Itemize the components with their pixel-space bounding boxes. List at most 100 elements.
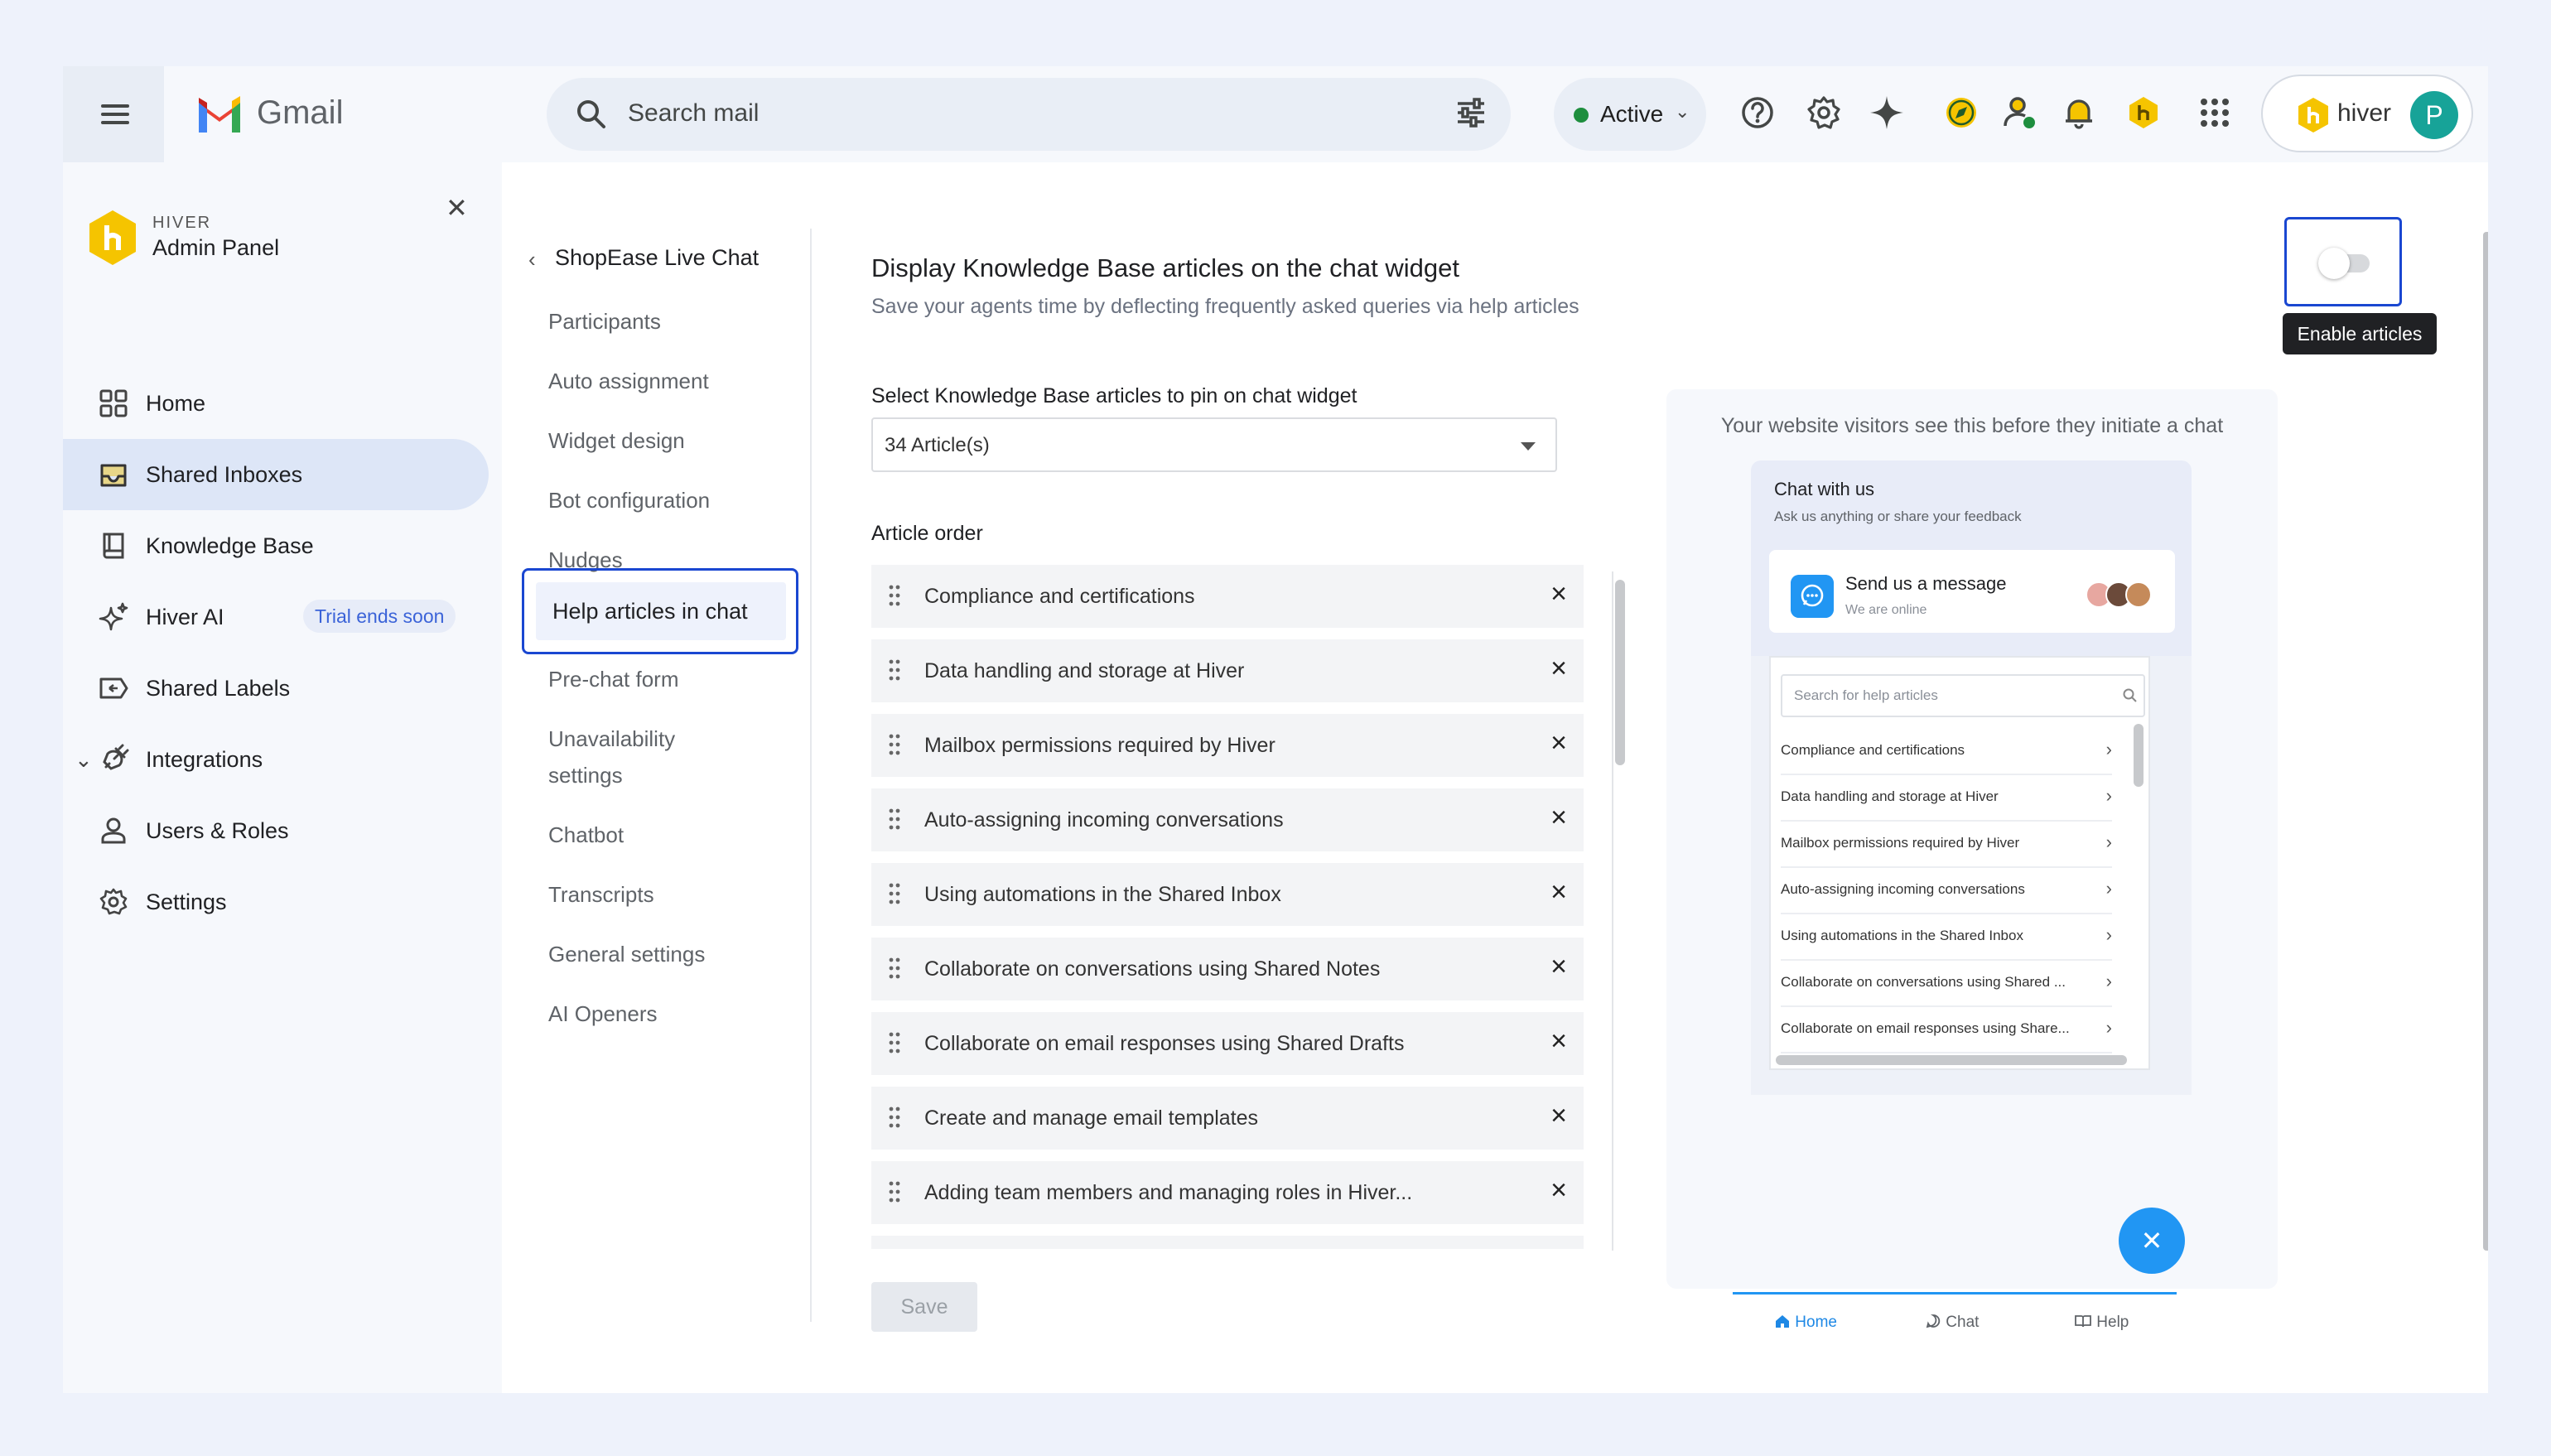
sidebar-item-settings[interactable]: Settings — [63, 866, 489, 938]
sidebar-item-shared-inboxes[interactable]: Shared Inboxes — [63, 439, 489, 510]
subnav-pre-chat-form[interactable]: Pre-chat form — [548, 661, 679, 697]
chevron-right-icon: › — [2105, 1017, 2112, 1038]
list-item[interactable]: Compliance and certifications × — [871, 565, 1584, 628]
gear-icon[interactable] — [1806, 94, 1842, 131]
chevron-right-icon: › — [2105, 924, 2112, 945]
close-widget-button: ✕ — [2119, 1208, 2185, 1274]
bell-icon[interactable] — [2061, 94, 2097, 131]
book-icon — [103, 533, 124, 559]
chevron-left-icon[interactable]: ‹ — [528, 247, 536, 272]
avatar[interactable]: P — [2410, 91, 2458, 139]
list-item-partial[interactable] — [871, 1236, 1584, 1249]
subnav-participants[interactable]: Participants — [548, 303, 661, 340]
hiver-extension-icon[interactable] — [2125, 94, 2162, 131]
search-options-icon[interactable] — [1454, 96, 1488, 129]
sidebar-item-integrations[interactable]: ⌄ Integrations — [63, 724, 489, 795]
list-item[interactable]: Adding team members and managing roles i… — [871, 1161, 1584, 1224]
list-item[interactable]: Using automations in the Shared Inbox × — [871, 863, 1584, 926]
search-bar[interactable]: Search mail — [547, 78, 1511, 151]
drag-handle-icon[interactable] — [888, 658, 901, 682]
list-item[interactable]: Collaborate on email responses using Sha… — [871, 1012, 1584, 1075]
agent-avatars — [2086, 581, 2152, 612]
sidebar-item-users-roles[interactable]: Users & Roles — [63, 795, 489, 866]
toggle-knob[interactable] — [2318, 248, 2350, 279]
drag-handle-icon[interactable] — [888, 732, 901, 757]
sidebar-item-knowledge-base[interactable]: Knowledge Base — [63, 510, 489, 581]
drag-handle-icon[interactable] — [888, 956, 901, 981]
help-icon[interactable] — [1739, 94, 1776, 131]
remove-article-icon[interactable]: × — [1550, 1100, 1567, 1132]
online-status: We are online — [1845, 603, 1927, 617]
list-item[interactable]: Auto-assigning incoming conversations × — [871, 788, 1584, 851]
drag-handle-icon[interactable] — [888, 1030, 901, 1055]
remove-article-icon[interactable]: × — [1550, 876, 1567, 909]
subnav-selected-bg: Help articles in chat — [536, 582, 786, 640]
account-switcher[interactable]: hiver P — [2261, 75, 2473, 152]
drag-handle-icon[interactable] — [888, 807, 901, 832]
search-input[interactable]: Search mail — [628, 99, 759, 128]
widget-tab-label: Home — [1795, 1314, 1837, 1331]
page-scrollbar[interactable] — [2483, 232, 2488, 1251]
scrollbar-thumb[interactable] — [1615, 580, 1625, 765]
divider — [810, 229, 812, 1322]
enable-articles-toggle[interactable] — [2284, 217, 2402, 306]
sidebar-item-label: Integrations — [146, 747, 263, 772]
remove-article-icon[interactable]: × — [1550, 951, 1567, 983]
drag-handle-icon[interactable] — [888, 1105, 901, 1130]
help-article-row: Collaborate on email responses using Sha… — [1781, 1005, 2112, 1053]
list-item[interactable]: Mailbox permissions required by Hiver × — [871, 714, 1584, 777]
article-list-scrollbar[interactable] — [1612, 571, 1625, 1251]
drag-handle-icon[interactable] — [888, 881, 901, 906]
remove-article-icon[interactable]: × — [1550, 653, 1567, 685]
subnav-help-articles[interactable]: Help articles in chat — [522, 568, 798, 654]
save-button[interactable]: Save — [871, 1282, 977, 1332]
remove-article-icon[interactable]: × — [1550, 1025, 1567, 1058]
list-item[interactable]: Create and manage email templates × — [871, 1087, 1584, 1150]
subnav-transcripts[interactable]: Transcripts — [548, 876, 654, 913]
list-item[interactable]: Data handling and storage at Hiver × — [871, 639, 1584, 702]
subnav-general-settings[interactable]: General settings — [548, 936, 705, 972]
drag-handle-icon[interactable] — [888, 583, 901, 608]
chevron-right-icon: › — [2105, 971, 2112, 991]
sidebar-item-label: Hiver AI — [146, 605, 224, 629]
compass-icon[interactable] — [1943, 94, 1980, 131]
widget-tab-label: Help — [2096, 1314, 2129, 1331]
sidebar-item-home[interactable]: Home — [63, 368, 489, 439]
remove-article-icon[interactable]: × — [1550, 802, 1567, 834]
remove-article-icon[interactable]: × — [1550, 727, 1567, 759]
articles-select[interactable]: 34 Article(s) — [871, 417, 1557, 472]
sidebar-item-shared-labels[interactable]: Shared Labels — [63, 653, 489, 724]
list-item[interactable]: Collaborate on conversations using Share… — [871, 938, 1584, 1000]
subnav-unavailability-settings[interactable]: settings — [548, 757, 623, 793]
chat-bubble-icon — [1926, 1314, 1941, 1328]
subnav-unavailability[interactable]: Unavailability — [548, 721, 675, 757]
help-article-row: Compliance and certifications › — [1781, 727, 2112, 775]
drag-handle-icon[interactable] — [888, 1179, 901, 1204]
subnav-auto-assignment[interactable]: Auto assignment — [548, 363, 709, 399]
subnav-chatbot[interactable]: Chatbot — [548, 817, 624, 853]
help-list-h-scrollbar — [1776, 1055, 2127, 1065]
main-menu-button[interactable] — [63, 66, 164, 162]
user-status-icon[interactable] — [2001, 94, 2037, 131]
article-title: Compliance and certifications — [924, 585, 1195, 608]
article-title: Data handling and storage at Hiver — [924, 659, 1245, 682]
status-dropdown[interactable]: Active ⌄ — [1554, 78, 1706, 151]
remove-article-icon[interactable]: × — [1550, 578, 1567, 610]
inbox-icon — [100, 464, 127, 487]
section-subtitle: Save your agents time by deflecting freq… — [871, 295, 1579, 318]
book-icon — [2075, 1315, 2091, 1328]
subnav-bot-configuration[interactable]: Bot configuration — [548, 482, 710, 518]
sidebar-item-hiver-ai[interactable]: Hiver AI Trial ends soon — [63, 581, 489, 653]
apps-grid-icon[interactable] — [2197, 94, 2233, 131]
subnav-widget-design[interactable]: Widget design — [548, 422, 685, 459]
inbox-name[interactable]: ShopEase Live Chat — [555, 245, 759, 271]
subnav-ai-openers[interactable]: AI Openers — [548, 996, 658, 1032]
close-panel-button[interactable]: ✕ — [446, 192, 468, 224]
article-order-list: Compliance and certifications × Data han… — [871, 565, 1584, 1249]
chevron-down-icon[interactable]: ⌄ — [75, 747, 93, 773]
remove-article-icon[interactable]: × — [1550, 1174, 1567, 1207]
help-article-title: Auto-assigning incoming conversations — [1781, 881, 2025, 897]
search-icon[interactable] — [575, 98, 608, 131]
chevron-right-icon: › — [2105, 878, 2112, 899]
gemini-sparkle-icon[interactable] — [1869, 94, 1905, 131]
